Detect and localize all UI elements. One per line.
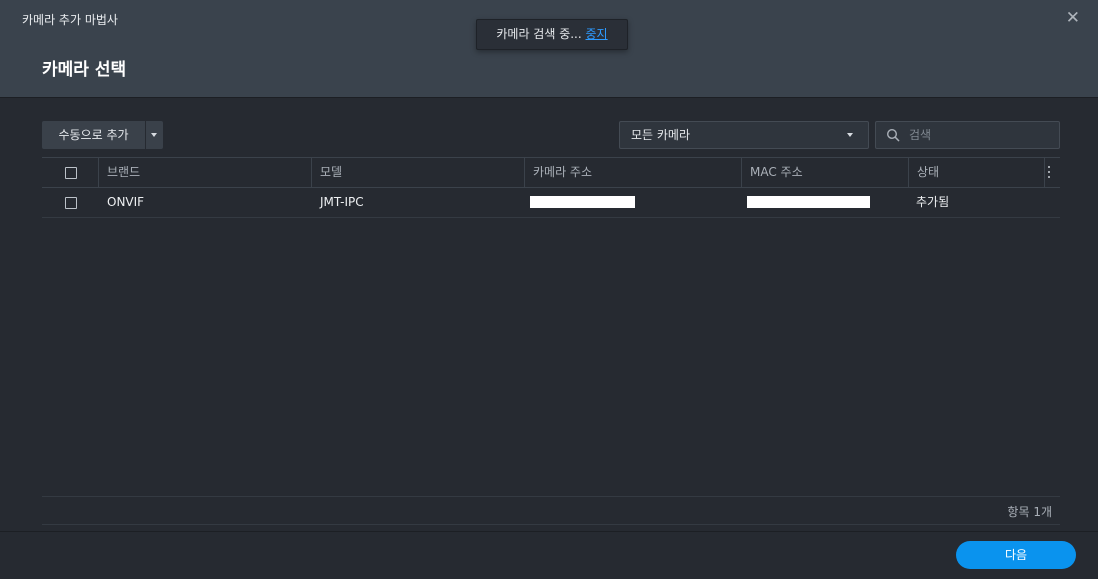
close-icon[interactable]: ✕ [1066,10,1080,27]
stop-search-link[interactable]: 중지 [586,27,608,41]
search-box [875,121,1060,149]
column-header-model[interactable]: 모델 [311,158,524,187]
next-button[interactable]: 다음 [956,541,1076,569]
search-status-toast: 카메라 검색 중... 중지 [476,19,628,50]
add-manually-button[interactable]: 수동으로 추가 [42,121,145,149]
table-header: 브랜드 모델 카메라 주소 MAC 주소 상태 [42,157,1060,188]
search-icon [886,128,900,142]
camera-filter-select[interactable]: 모든 카메라 [619,121,869,149]
wizard-footer [0,531,1098,579]
select-all-checkbox[interactable] [65,167,77,179]
caret-down-icon [847,133,853,137]
cell-model: JMT-IPC [320,195,364,209]
table-row[interactable]: ONVIF JMT-IPC 추가됨 [42,188,1060,218]
cell-camera-address-redacted [530,196,635,208]
cell-mac-address-redacted [747,196,870,208]
camera-wizard-window: 카메라 추가 마법사 ✕ 카메라 선택 카메라 검색 중... 중지 수동으로 … [0,0,1098,579]
column-options-icon[interactable] [1048,166,1051,180]
add-options-dropdown-button[interactable] [146,121,163,149]
page-title: 카메라 선택 [42,60,127,80]
column-options-cell [1044,158,1060,187]
row-checkbox[interactable] [65,197,77,209]
camera-filter-value: 모든 카메라 [631,128,691,142]
caret-down-icon [151,133,157,137]
item-count: 항목 1개 [1007,505,1052,519]
column-header-brand[interactable]: 브랜드 [98,158,311,187]
add-manually-split-button: 수동으로 추가 [42,121,163,149]
window-title: 카메라 추가 마법사 [22,13,118,27]
column-header-mac-address[interactable]: MAC 주소 [741,158,908,187]
cell-brand: ONVIF [107,195,145,209]
column-header-camera-address[interactable]: 카메라 주소 [524,158,741,187]
toast-text: 카메라 검색 중... [496,27,586,41]
cell-status: 추가됨 [916,195,950,209]
camera-table: 브랜드 모델 카메라 주소 MAC 주소 상태 ONVIF JMT-IPC 추가… [42,157,1060,218]
divider [42,496,1060,497]
search-input[interactable] [909,122,1049,148]
column-header-status[interactable]: 상태 [908,158,1044,187]
divider [42,524,1060,525]
wizard-header: 카메라 추가 마법사 ✕ 카메라 선택 카메라 검색 중... 중지 [0,0,1098,98]
